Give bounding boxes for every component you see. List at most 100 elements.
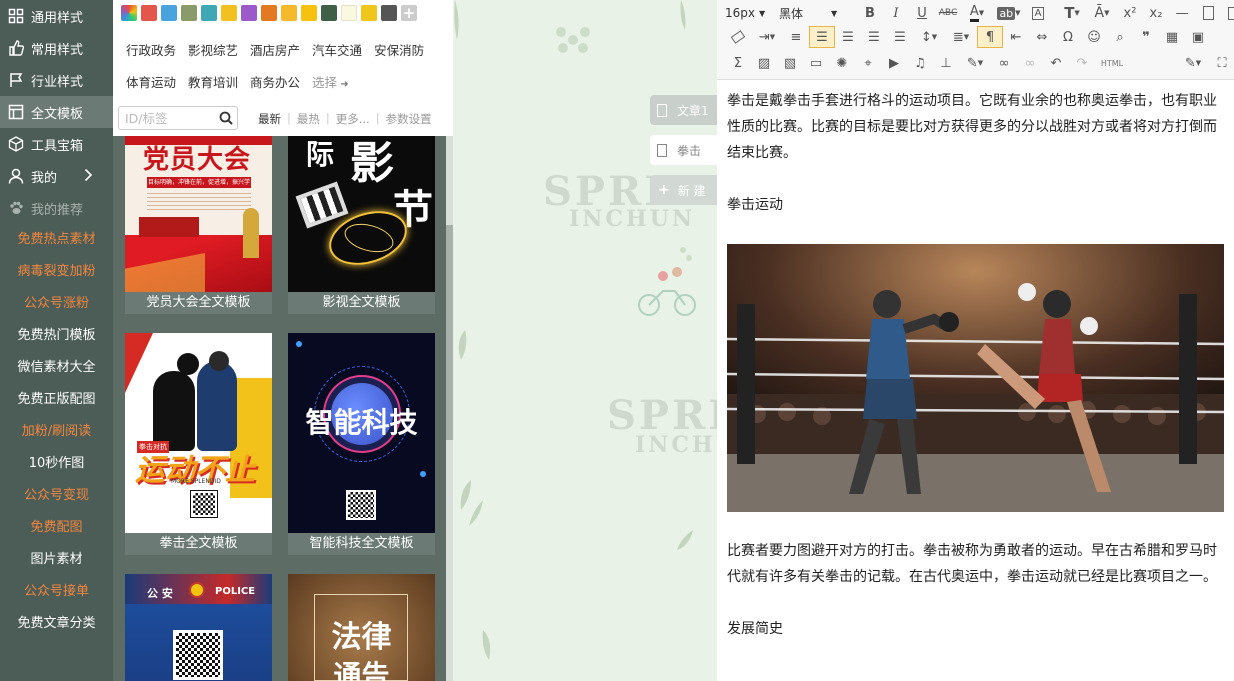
promo-link[interactable]: 免费正版配图 <box>0 384 113 416</box>
template-card-tech[interactable]: 智能科技 智能科技全文模板 <box>288 333 435 555</box>
autoformat-button[interactable]: ✎ ▼ <box>1177 52 1209 74</box>
new-document-button[interactable] <box>1195 2 1221 24</box>
text-border-button[interactable]: A <box>1025 2 1051 24</box>
rtl-button[interactable]: ⇤ <box>1003 26 1029 48</box>
template-card-law[interactable]: 法律 通告 <box>288 574 435 681</box>
category-link[interactable]: 安保消防 <box>374 40 424 59</box>
underline-button[interactable]: U <box>909 2 935 24</box>
redo-button[interactable]: ↷ <box>1069 52 1095 74</box>
template-card-boxing[interactable]: 拳击对抗 运动不止 MORE SPLENDID 拳击全文模板 <box>125 333 272 555</box>
table-button[interactable]: ▦ <box>1159 26 1185 48</box>
color-swatch[interactable] <box>261 5 277 21</box>
highlight-button[interactable]: ab ▼ <box>993 2 1025 24</box>
align-right-button[interactable]: ☰ <box>861 26 887 48</box>
category-link[interactable]: 行政政务 <box>126 40 176 59</box>
category-link[interactable]: 教育培训 <box>188 72 238 91</box>
font-size-select[interactable]: 16px ▼ <box>725 6 771 20</box>
video-button[interactable]: ▶ <box>881 52 907 74</box>
promo-link[interactable]: 图片素材 <box>0 544 113 576</box>
article-content[interactable]: 拳击是戴拳击手套进行格斗的运动项目。它既有业余的也称奥运拳击，也有职业性质的比赛… <box>727 88 1224 668</box>
multi-image-button[interactable]: ▧ <box>777 52 803 74</box>
category-link[interactable]: 影视综艺 <box>188 40 238 59</box>
color-swatch[interactable] <box>221 5 237 21</box>
template-scrollbar-thumb[interactable] <box>446 225 453 440</box>
sidebar-item-industry-styles[interactable]: 行业样式 <box>0 64 113 96</box>
image-button[interactable]: ▨ <box>751 52 777 74</box>
emoji-button[interactable]: ☺ <box>1081 26 1107 48</box>
add-color-icon[interactable]: + <box>401 5 417 21</box>
color-swatch[interactable] <box>181 5 197 21</box>
article-tab-boxing[interactable]: 拳击 <box>650 135 717 165</box>
article-tab-1[interactable]: 文章1 <box>650 95 717 125</box>
promo-link[interactable]: 免费热点素材 <box>0 224 113 256</box>
subscript-button[interactable]: x₂ <box>1143 2 1169 24</box>
align-left-button[interactable]: ☰ <box>809 26 835 48</box>
formula-button[interactable]: Σ <box>725 52 751 74</box>
superscript-button[interactable]: x² <box>1117 2 1143 24</box>
paste-button[interactable]: ▣ <box>1185 26 1211 48</box>
link-button[interactable]: ∞ <box>991 52 1017 74</box>
color-swatch[interactable] <box>321 5 337 21</box>
promo-link[interactable]: 免费热门模板 <box>0 320 113 352</box>
palette-button[interactable]: ✺ <box>829 52 855 74</box>
preview-button[interactable]: ⛶ <box>1209 52 1234 74</box>
ltr-button[interactable]: ¶ <box>977 26 1003 48</box>
align-center-button[interactable]: ☰ <box>835 26 861 48</box>
promo-link[interactable]: 病毒裂变加粉 <box>0 256 113 288</box>
align-justify-button[interactable]: ☰ <box>887 26 913 48</box>
promo-link[interactable]: 加粉/刷阅读 <box>0 416 113 448</box>
italic-button[interactable]: I <box>883 2 909 24</box>
sort-tab[interactable]: 参数设置 <box>386 111 432 127</box>
more-button[interactable]: — <box>1169 2 1195 24</box>
color-swatch[interactable] <box>301 5 317 21</box>
music-button[interactable]: ♫ <box>907 52 933 74</box>
new-article-button[interactable]: + 新 建 <box>650 175 717 205</box>
swatch-all-colors[interactable] <box>121 5 137 21</box>
special-chars-button[interactable]: Ω <box>1055 26 1081 48</box>
unlink-button[interactable]: ∞ <box>1017 52 1043 74</box>
paragraph-spacing-button[interactable]: ≣ ▼ <box>945 26 977 48</box>
screen-capture-button[interactable]: ▭ <box>803 52 829 74</box>
html-button[interactable]: HTML <box>1095 52 1129 74</box>
color-swatch[interactable] <box>201 5 217 21</box>
sidebar-item-common-styles[interactable]: 常用样式 <box>0 32 113 64</box>
undo-button[interactable]: ↶ <box>1043 52 1069 74</box>
sidebar-item-toolbox[interactable]: 工具宝箱 <box>0 128 113 160</box>
font-style-button[interactable]: T ▼ <box>1057 2 1087 24</box>
sidebar-item-general-styles[interactable]: 通用样式 <box>0 0 113 32</box>
quote-button[interactable]: ❞ <box>1133 26 1159 48</box>
sort-tab[interactable]: 最热 <box>297 111 320 127</box>
search-replace-button[interactable]: ⌕ <box>1107 26 1133 48</box>
sidebar-item-mine[interactable]: 我的 <box>0 160 113 192</box>
select-category-button[interactable]: 选择 ➜ <box>312 72 349 91</box>
promo-link[interactable]: 公众号涨粉 <box>0 288 113 320</box>
font-family-select[interactable]: 黑体 ▼ <box>779 5 857 22</box>
search-icon[interactable] <box>219 111 233 129</box>
fullscreen-button[interactable] <box>1221 2 1234 24</box>
stamp-button[interactable]: ⊥ <box>933 52 959 74</box>
color-swatch[interactable] <box>361 5 377 21</box>
color-swatch[interactable] <box>381 5 397 21</box>
promo-link[interactable]: 公众号接单 <box>0 576 113 608</box>
category-link[interactable]: 酒店房产 <box>250 40 300 59</box>
category-link[interactable]: 汽车交通 <box>312 40 362 59</box>
template-card-film[interactable]: 影 节 际 影视全文模板 <box>288 133 435 314</box>
template-card-party[interactable]: 党员大会 目标明确，冲锋在前，促进增，振兴学 党员大会全文模板 <box>125 133 272 314</box>
sort-tab[interactable]: 最新 <box>258 111 281 127</box>
promo-link[interactable]: 免费配图 <box>0 512 113 544</box>
letter-spacing-button[interactable]: Ā ▼ <box>1087 2 1117 24</box>
font-color-button[interactable]: A ▼ <box>961 2 993 24</box>
indent-button[interactable]: ⇥ ▼ <box>751 26 783 48</box>
category-link[interactable]: 商务办公 <box>250 72 300 91</box>
sidebar-item-recommend[interactable]: 我的推荐 <box>0 192 113 224</box>
promo-link[interactable]: 微信素材大全 <box>0 352 113 384</box>
promo-link[interactable]: 10秒作图 <box>0 448 113 480</box>
eraser-button[interactable] <box>725 26 751 48</box>
promo-link[interactable]: 免费文章分类 <box>0 608 113 640</box>
format-painter-button[interactable]: ⇔ <box>1029 26 1055 48</box>
sort-tab[interactable]: 更多... <box>336 111 370 127</box>
color-swatch[interactable] <box>341 5 357 21</box>
bold-button[interactable]: B <box>857 2 883 24</box>
color-swatch[interactable] <box>161 5 177 21</box>
magic-button[interactable]: ✎ ▼ <box>959 52 991 74</box>
